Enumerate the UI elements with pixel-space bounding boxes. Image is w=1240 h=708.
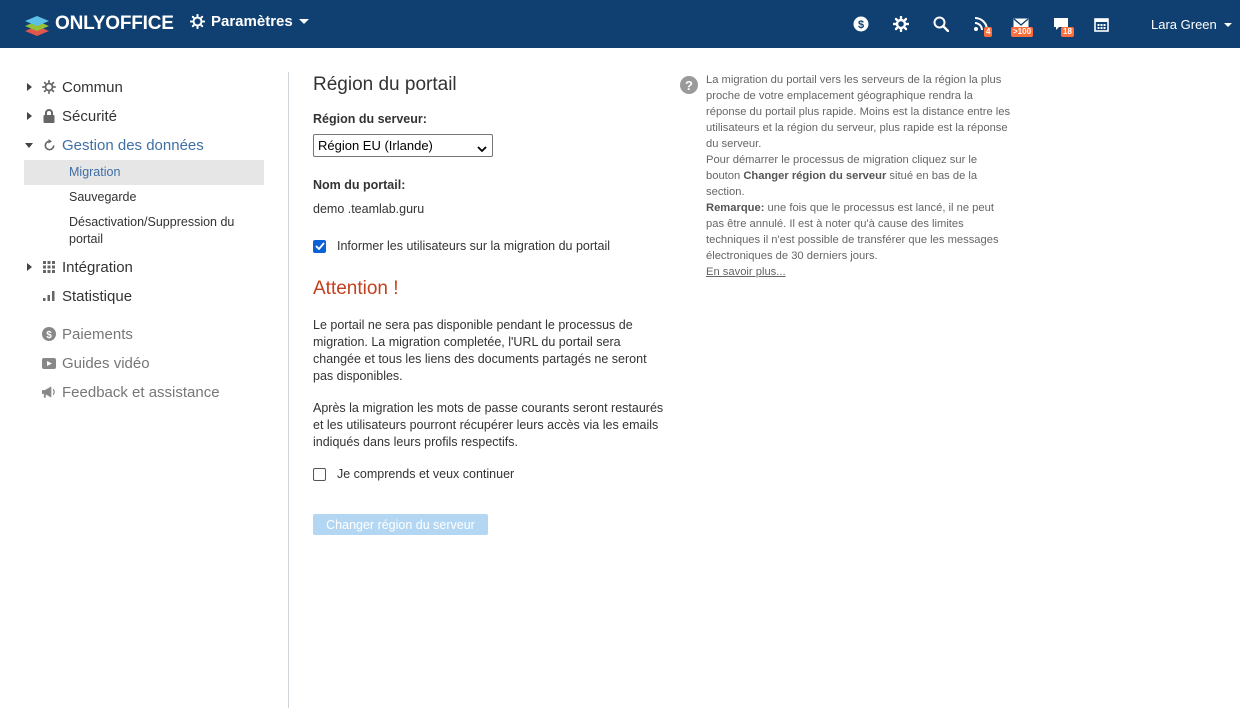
portal-name-value: demo .teamlab.guru: [313, 202, 425, 216]
settings-menu[interactable]: Paramètres: [190, 13, 309, 30]
help-text-2: Pour démarrer le processus de migration …: [706, 152, 1011, 200]
sidebar-item-label: Gestion des données: [62, 136, 204, 154]
sidebar-item-label: Guides vidéo: [62, 354, 150, 372]
logo[interactable]: ONLYOFFICE: [24, 11, 174, 37]
learn-more-link[interactable]: En savoir plus...: [706, 266, 786, 278]
grid-icon: [42, 260, 56, 274]
attention-paragraph-2: Après la migration les mots de passe cou…: [313, 401, 664, 449]
chevron-down-icon: [298, 19, 309, 24]
sidebar-item-feedback[interactable]: Feedback et assistance: [24, 381, 220, 403]
help-text-2b: Changer région du serveur: [743, 170, 887, 182]
attention-paragraph-1: Le portail ne sera pas disponible pendan…: [313, 318, 647, 383]
feed-badge: 4: [984, 27, 993, 37]
agree-label[interactable]: Je comprends et veux continuer: [337, 467, 514, 481]
server-region-value: Région EU (Irlande): [318, 138, 433, 153]
chat-badge: 18: [1061, 27, 1074, 37]
logo-icon: [25, 16, 49, 36]
notify-users-checkbox[interactable]: [313, 239, 326, 253]
server-region-label: Région du serveur:: [313, 112, 427, 126]
sidebar-item-gestion-donnees[interactable]: Gestion des données: [24, 134, 204, 156]
search-icon[interactable]: [931, 14, 951, 34]
sidebar-item-statistique[interactable]: Statistique: [24, 285, 132, 307]
logo-text: ONLYOFFICE: [55, 13, 174, 34]
sidebar-item-paiements[interactable]: $ Paiements: [24, 323, 133, 345]
svg-text:$: $: [46, 330, 52, 341]
sidebar-subitem-sauvegarde[interactable]: Sauvegarde: [24, 189, 264, 206]
chat-icon[interactable]: 18: [1051, 14, 1074, 37]
top-bar: ONLYOFFICE Paramètres $ 4 >100 18 Lara G…: [0, 0, 1240, 48]
chevron-right-icon[interactable]: [24, 112, 34, 120]
sidebar-item-commun[interactable]: Commun: [24, 76, 123, 98]
sidebar-item-label: Intégration: [62, 258, 133, 276]
sidebar-divider: [288, 72, 289, 708]
help-text-3: Remarque: une fois que le processus est …: [706, 200, 1011, 264]
help-text-1: La migration du portail vers les serveur…: [706, 74, 1011, 150]
sidebar-subitem-migration[interactable]: Migration: [24, 160, 264, 185]
sidebar-item-label: Commun: [62, 78, 123, 96]
sidebar-item-guides-video[interactable]: Guides vidéo: [24, 352, 150, 374]
user-name: Lara Green: [1151, 17, 1217, 32]
sidebar-item-integration[interactable]: Intégration: [24, 256, 133, 278]
refresh-icon: [42, 138, 56, 152]
feed-icon[interactable]: 4: [971, 14, 993, 37]
lock-icon: [42, 109, 56, 123]
chevron-down-icon: [1223, 22, 1232, 27]
agree-checkbox[interactable]: [313, 467, 326, 481]
gear-icon: [190, 14, 205, 29]
sidebar-item-label: Sécurité: [62, 107, 118, 125]
settings-menu-label: Paramètres: [211, 13, 293, 30]
notify-users-label[interactable]: Informer les utilisateurs sur la migrati…: [337, 239, 610, 253]
mail-badge: >100: [1011, 27, 1034, 37]
calendar-icon[interactable]: [1091, 14, 1111, 34]
payments-icon[interactable]: $: [851, 14, 871, 34]
gear-icon[interactable]: [891, 14, 911, 34]
dollar-icon: $: [42, 327, 56, 341]
chevron-right-icon[interactable]: [24, 263, 34, 271]
help-icon: ?: [680, 76, 698, 94]
bar-chart-icon: [42, 289, 56, 303]
video-icon: [42, 356, 56, 370]
attention-title: Attention !: [313, 278, 399, 299]
megaphone-icon: [42, 385, 56, 399]
portal-name-label: Nom du portail:: [313, 178, 406, 192]
sidebar-item-label: Paiements: [62, 325, 133, 343]
gear-icon: [42, 80, 56, 94]
agree-row: Je comprends et veux continuer: [313, 467, 514, 481]
change-region-button[interactable]: Changer région du serveur: [313, 514, 488, 535]
sidebar-item-label: Feedback et assistance: [62, 383, 220, 401]
mail-icon[interactable]: >100: [1011, 14, 1034, 37]
chevron-down-icon: [477, 141, 487, 156]
svg-text:$: $: [858, 19, 864, 31]
sidebar-subitem-desactivation[interactable]: Désactivation/Suppression du portail: [24, 214, 264, 248]
chevron-right-icon[interactable]: [24, 83, 34, 91]
chevron-down-icon[interactable]: [24, 142, 34, 148]
server-region-select[interactable]: Région EU (Irlande): [313, 134, 493, 157]
help-text-3a: Remarque:: [706, 202, 765, 214]
notify-users-row: Informer les utilisateurs sur la migrati…: [313, 239, 610, 253]
sidebar-item-label: Statistique: [62, 287, 133, 305]
help-text: La migration du portail vers les serveur…: [706, 72, 1011, 280]
page-title: Région du portail: [313, 74, 457, 95]
user-menu[interactable]: Lara Green: [1151, 17, 1232, 32]
sidebar-item-securite[interactable]: Sécurité: [24, 105, 117, 127]
